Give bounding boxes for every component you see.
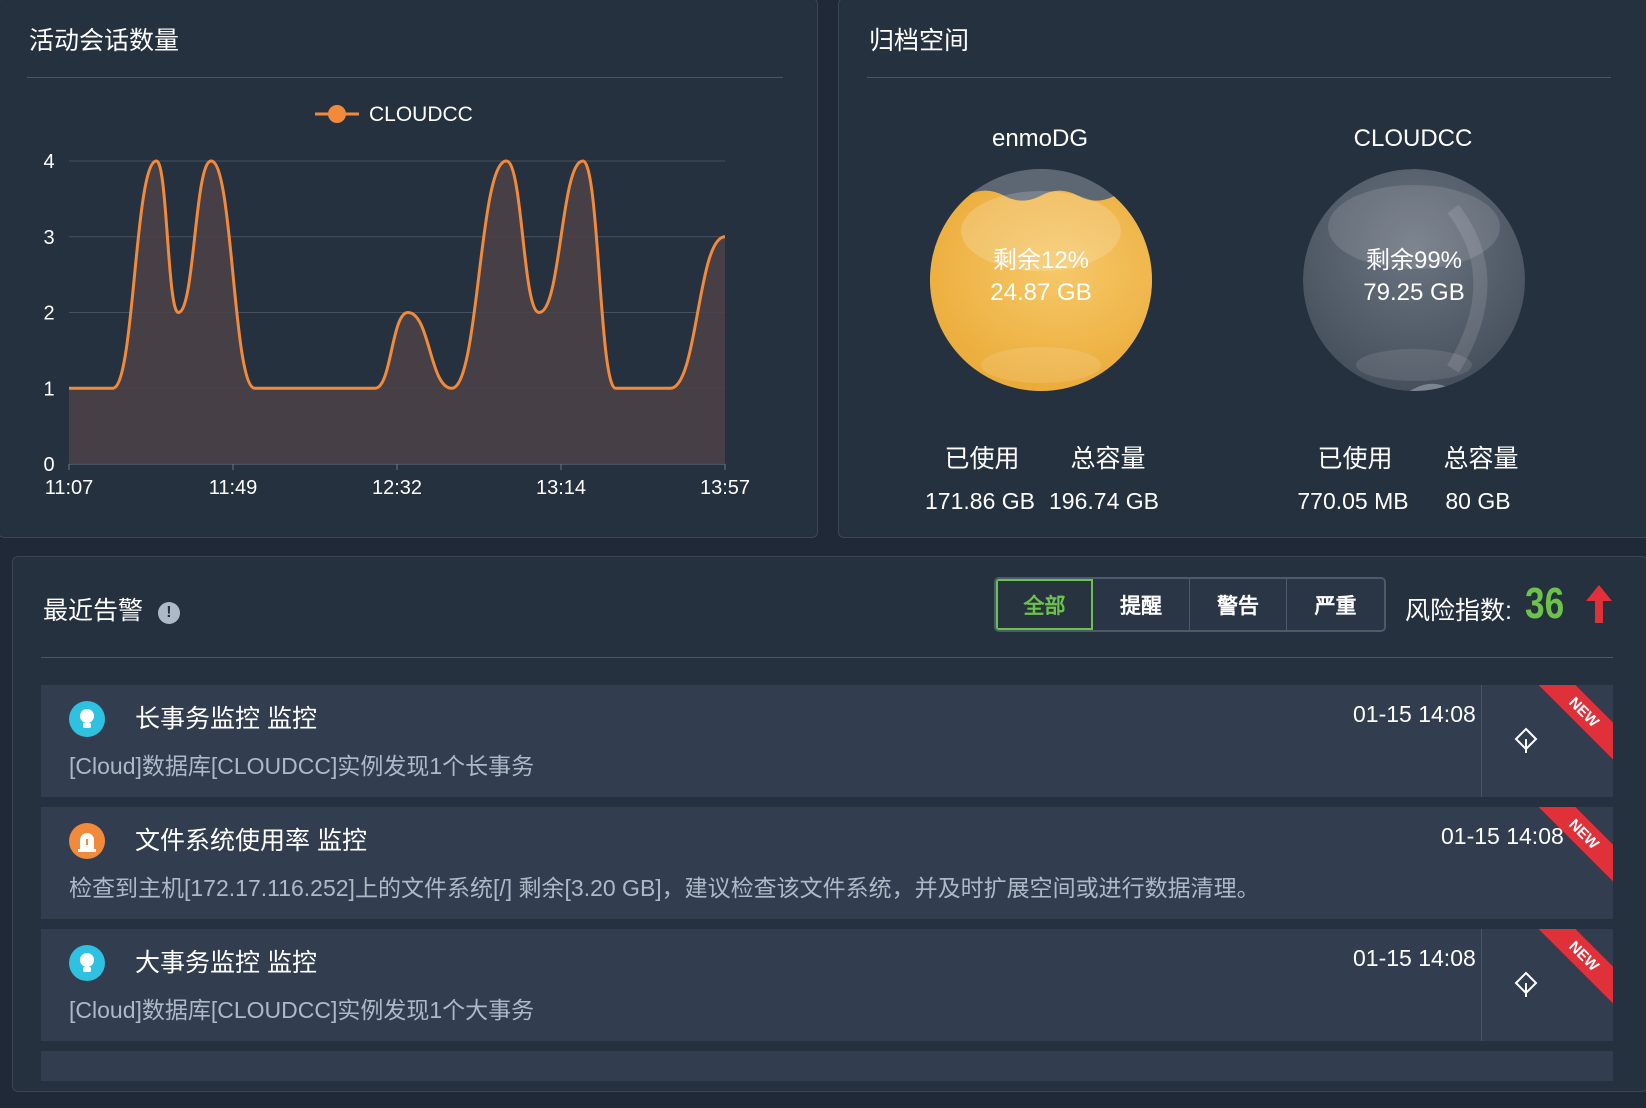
db-name: enmoDG [991,125,1089,152]
used-label: 已使用 [944,445,1020,473]
chart-legend[interactable]: CLOUDCC [315,103,473,126]
remaining-size: 24.87 GB [990,279,1092,306]
alert-item[interactable] [41,1051,1613,1081]
alarm-icon [69,823,105,859]
divider [41,657,1613,658]
lightbulb-icon [69,701,105,737]
recent-alerts-panel: 最近告警 ! 全部 提醒 警告 严重 风险指数: 36 长事务监控 监控 [Cl… [12,556,1646,1092]
new-badge: NEW [1535,685,1613,761]
active-sessions-panel: 活动会话数量 01234 11:07 11:49 12:32 13:14 13:57 C… [0,0,818,538]
panel-title-alerts: 最近告警 ! [43,591,180,627]
total-value: 196.74 GB [1049,488,1159,514]
x-tick-label: 13:14 [536,477,586,499]
legend-dot-marker [328,105,346,123]
y-axis-ticks: 0 1 2 3 4 [43,151,54,476]
liquid-fill-gauge: 剩余99% 79.25 GB [1303,169,1525,391]
divider [1481,685,1482,797]
pin-icon[interactable] [1511,969,1541,999]
legend-label: CLOUDCC [369,103,473,126]
alert-title: 大事务监控 监控 [135,949,317,977]
alert-item[interactable]: 大事务监控 监控 [Cloud]数据库[CLOUDCC]实例发现1个大事务 01… [41,929,1613,1041]
divider [1481,929,1482,1041]
x-tick-label: 11:07 [45,477,94,499]
filter-notice-button[interactable]: 提醒 [1093,579,1190,630]
archive-space-panel: 归档空间 enmoDG 剩余12% 24.87 GB 已使用 总容量 171.8… [838,0,1646,538]
used-label: 已使用 [1317,445,1393,473]
alert-time: 01-15 14:08 [1353,945,1476,971]
alert-description: 检查到主机[172.17.116.252]上的文件系统[/] 剩余[3.20 G… [69,875,1260,901]
x-tick-label: 11:49 [209,477,258,499]
divider [867,77,1611,78]
alert-description: [Cloud]数据库[CLOUDCC]实例发现1个大事务 [69,997,535,1023]
remaining-percent: 剩余12% [992,247,1090,274]
total-value: 80 GB [1445,488,1511,514]
trend-up-icon [1586,585,1612,623]
alert-title: 文件系统使用率 监控 [135,827,367,855]
liquid-fill-gauge: 剩余12% 24.87 GB [930,169,1152,391]
alert-level-filter: 全部 提醒 警告 严重 [994,577,1386,632]
alerts-title-text: 最近告警 [43,597,144,625]
x-tick-label: 12:32 [372,477,422,499]
filter-critical-button[interactable]: 严重 [1287,579,1384,630]
alert-item[interactable]: 文件系统使用率 监控 检查到主机[172.17.116.252]上的文件系统[/… [41,807,1613,919]
risk-index-value: 36 [1525,579,1565,628]
y-tick-label: 0 [43,454,54,476]
filter-warning-button[interactable]: 警告 [1190,579,1287,630]
alert-item[interactable]: 长事务监控 监控 [Cloud]数据库[CLOUDCC]实例发现1个长事务 01… [41,685,1613,797]
y-tick-label: 3 [43,227,54,249]
risk-index-label: 风险指数: [1405,597,1512,625]
alert-time: 01-15 14:08 [1441,823,1564,849]
remaining-percent: 剩余99% [1365,247,1463,274]
info-icon[interactable]: ! [157,602,180,624]
x-tick-label: 13:57 [700,477,750,499]
db-name: CLOUDCC [1353,125,1473,152]
alert-description: [Cloud]数据库[CLOUDCC]实例发现1个长事务 [69,753,535,779]
alert-title: 长事务监控 监控 [135,705,317,733]
remaining-size: 79.25 GB [1363,279,1465,306]
alert-time: 01-15 14:08 [1353,701,1476,727]
total-label: 总容量 [1443,445,1519,473]
lightbulb-icon [69,945,105,981]
panel-title-archive: 归档空间 [869,27,970,55]
filter-all-button[interactable]: 全部 [996,579,1093,630]
pin-icon[interactable] [1511,725,1541,755]
y-tick-label: 4 [43,151,54,173]
total-label: 总容量 [1070,445,1146,473]
y-tick-label: 2 [43,303,54,325]
session-chart: 0 1 2 3 4 11:07 11:49 12:32 13:14 13:57 CLOUDCC [43,103,750,499]
new-badge: NEW [1535,929,1613,1005]
y-tick-label: 1 [43,378,54,400]
x-axis-ticks: 11:07 11:49 12:32 13:14 13:57 [45,464,750,499]
